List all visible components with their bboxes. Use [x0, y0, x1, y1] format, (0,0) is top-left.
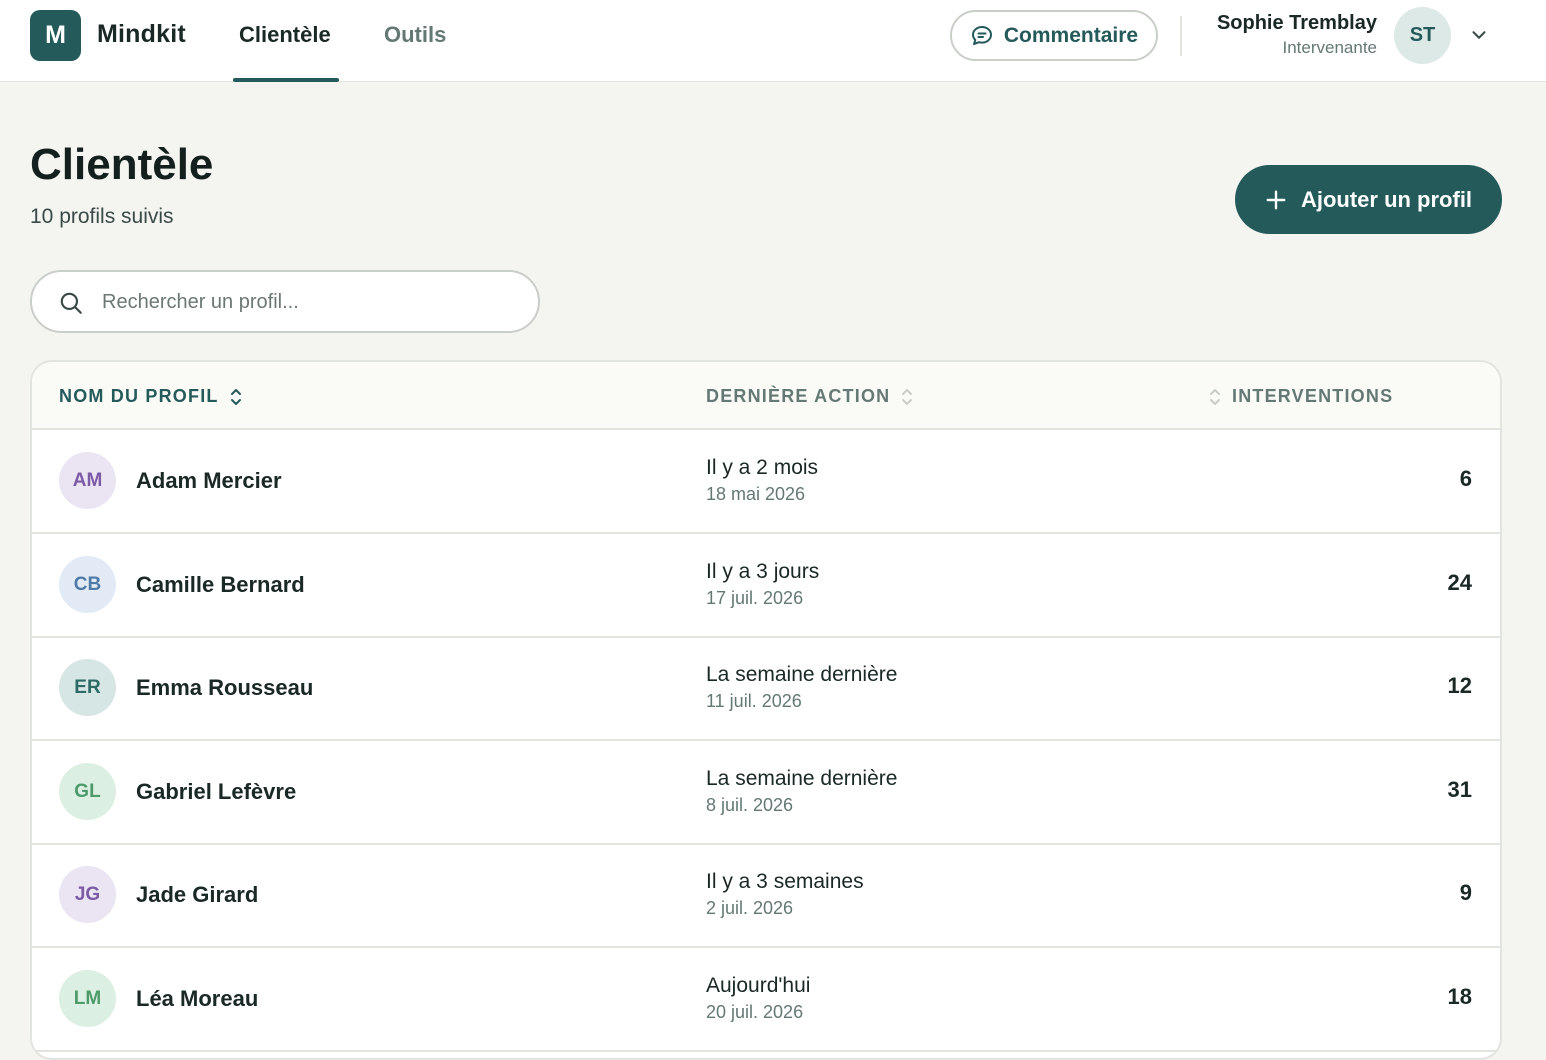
top-bar: M Mindkit Clientèle Outils Commentaire S… [0, 0, 1546, 82]
interventions-count: 18 [1447, 984, 1472, 1009]
last-action-date: 18 mai 2026 [706, 484, 806, 504]
last-action-relative: Il y a 3 semaines [706, 870, 864, 893]
table-row[interactable]: CB Camille Bernard Il y a 3 jours 17 jui… [32, 534, 1500, 638]
profile-avatar: JG [59, 866, 116, 923]
user-avatar[interactable]: ST [1394, 7, 1451, 64]
user-name: Sophie Tremblay [1216, 12, 1377, 34]
profile-name[interactable]: Léa Moreau [136, 986, 258, 1012]
last-action-relative: Il y a 2 mois [706, 456, 819, 479]
active-tab-indicator [233, 78, 339, 82]
client-table: NOM DU PROFIL DERNIÈRE ACTION INTERVENTI… [30, 360, 1502, 1060]
search-input[interactable] [102, 284, 522, 320]
user-role: Intervenante [1282, 38, 1377, 57]
last-action-date: 11 juil. 2026 [706, 691, 802, 711]
profile-name[interactable]: Camille Bernard [136, 572, 305, 598]
last-action-relative: Aujourd'hui [706, 974, 811, 997]
column-last-action-header[interactable]: DERNIÈRE ACTION [706, 386, 914, 407]
chevron-down-icon[interactable] [1468, 24, 1490, 46]
column-interventions-label: INTERVENTIONS [1232, 386, 1394, 406]
profile-avatar: GL [59, 763, 116, 820]
last-action-relative: Il y a 3 jours [706, 560, 820, 583]
last-action-date: 8 juil. 2026 [706, 795, 794, 815]
last-action-date: 17 juil. 2026 [706, 588, 804, 608]
last-action-date: 2 juil. 2026 [706, 898, 794, 918]
search-icon [60, 292, 82, 314]
interventions-count: 6 [1459, 466, 1472, 491]
profile-avatar: CB [59, 556, 116, 613]
interventions-count: 24 [1447, 570, 1472, 595]
profile-name[interactable]: Gabriel Lefèvre [136, 779, 296, 805]
sort-icon [1210, 388, 1220, 405]
sort-icon [902, 388, 913, 405]
sort-icon [230, 388, 241, 405]
profile-avatar: ER [59, 659, 116, 716]
page-title: Clientèle [30, 140, 214, 189]
table-row[interactable]: ER Emma Rousseau La semaine dernière 11 … [32, 637, 1500, 741]
tab-clientele[interactable]: Clientèle [239, 22, 331, 48]
comment-button[interactable]: Commentaire [950, 10, 1158, 61]
last-action-date: 20 juil. 2026 [706, 1002, 804, 1022]
profile-name[interactable]: Emma Rousseau [136, 675, 313, 701]
table-row[interactable]: GL Gabriel Lefèvre La semaine dernière 8… [32, 741, 1500, 845]
plus-icon [1266, 190, 1286, 209]
table-header: NOM DU PROFIL DERNIÈRE ACTION INTERVENTI… [32, 362, 1500, 430]
profile-name[interactable]: Jade Girard [136, 882, 258, 908]
column-last-action-label: DERNIÈRE ACTION [706, 386, 891, 406]
table-row[interactable]: LM Léa Moreau Aujourd'hui 20 juil. 2026 … [32, 948, 1500, 1052]
column-interventions-header[interactable]: INTERVENTIONS [1208, 386, 1393, 407]
profile-count: 10 profils suivis [30, 205, 174, 228]
app-name: Mindkit [97, 20, 186, 48]
app-logo[interactable]: M [30, 10, 81, 61]
add-profile-label: Ajouter un profil [1300, 186, 1473, 212]
column-name-header[interactable]: NOM DU PROFIL [59, 386, 243, 407]
interventions-count: 12 [1447, 673, 1472, 698]
table-row[interactable]: AM Adam Mercier Il y a 2 mois 18 mai 202… [32, 430, 1500, 534]
search-box [30, 270, 540, 333]
add-profile-button[interactable]: Ajouter un profil [1235, 165, 1502, 234]
column-name-label: NOM DU PROFIL [59, 386, 219, 406]
interventions-count: 9 [1459, 880, 1472, 905]
profile-avatar: LM [59, 970, 116, 1027]
interventions-count: 31 [1447, 777, 1472, 802]
table-row[interactable]: JG Jade Girard Il y a 3 semaines 2 juil.… [32, 844, 1500, 948]
last-action-relative: La semaine dernière [706, 767, 898, 790]
last-action-relative: La semaine dernière [706, 663, 898, 686]
header-divider [1180, 16, 1182, 56]
profile-avatar: AM [59, 452, 116, 509]
comment-button-label: Commentaire [1003, 23, 1139, 47]
tab-outils[interactable]: Outils [384, 22, 446, 48]
profile-name[interactable]: Adam Mercier [136, 468, 282, 494]
comment-icon [971, 25, 992, 45]
